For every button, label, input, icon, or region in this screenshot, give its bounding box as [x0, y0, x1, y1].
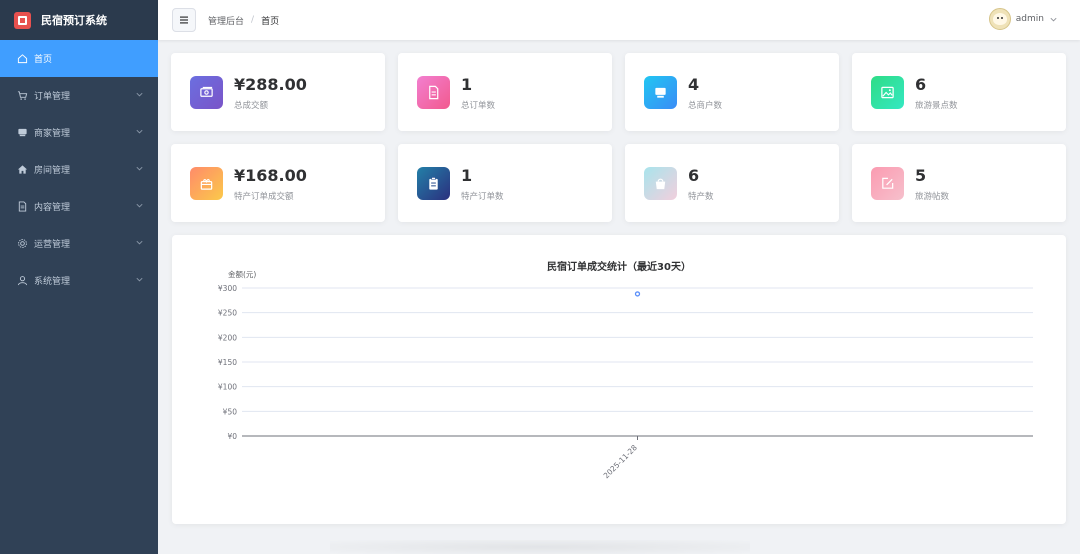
breadcrumb: 管理后台 / 首页 [208, 14, 279, 27]
chevron-down-icon[interactable] [135, 275, 144, 284]
sidebar: 民宿预订系统 首页订单管理商家管理房间管理内容管理运营管理系统管理 [0, 0, 158, 554]
user-menu[interactable]: admin [988, 8, 1058, 30]
x-tick-label: 2025-11-28 [602, 443, 639, 480]
stat-label: 总成交额 [234, 101, 269, 111]
sidebar-menu: 首页订单管理商家管理房间管理内容管理运营管理系统管理 [0, 40, 158, 299]
sidebar-item-label: 订单管理 [34, 92, 71, 102]
stat-value: 6 [915, 75, 927, 94]
sidebar-item-4[interactable]: 内容管理 [0, 188, 158, 225]
chevron-down-icon[interactable] [135, 238, 144, 247]
breadcrumb-root[interactable]: 管理后台 [208, 14, 244, 27]
breadcrumb-current: 首页 [261, 16, 280, 27]
stat-value: 1 [461, 75, 473, 94]
stat-card[interactable]: 4 总商户数 [625, 53, 839, 131]
y-tick-label: ¥200 [218, 333, 237, 342]
sidebar-item-label: 首页 [34, 55, 53, 65]
stat-card[interactable]: 1 总订单数 [398, 53, 612, 131]
breadcrumb-separator: / [251, 15, 255, 25]
stat-value: 6 [688, 166, 700, 185]
cart-icon [16, 90, 28, 102]
stat-label: 特产订单成交额 [234, 192, 294, 202]
logo-icon [14, 11, 31, 29]
data-point [634, 291, 641, 297]
picture-icon [871, 76, 904, 109]
stat-label: 旅游景点数 [915, 101, 958, 111]
y-tick-label: ¥100 [218, 383, 237, 392]
stat-label: 特产订单数 [461, 192, 504, 202]
sidebar-item-label: 商家管理 [34, 129, 71, 139]
stat-card[interactable]: 6 特产数 [625, 144, 839, 222]
sidebar-item-label: 内容管理 [34, 203, 71, 213]
y-tick-label: ¥50 [223, 407, 238, 416]
app-logo[interactable]: 民宿预订系统 [0, 0, 158, 40]
sidebar-item-label: 系统管理 [34, 277, 71, 287]
sidebar-item-2[interactable]: 商家管理 [0, 114, 158, 151]
gift-icon [190, 167, 223, 200]
chevron-down-icon[interactable] [135, 90, 144, 99]
sidebar-item-label: 房间管理 [34, 166, 71, 176]
stat-value: ¥168.00 [234, 166, 307, 185]
order-chart: 民宿订单成交统计（最近30天） 金额(元) ¥0 ¥50 ¥100 ¥150 ¥200 ¥25… [218, 260, 1033, 480]
hamburger-icon [180, 16, 188, 24]
y-axis-label: 金额(元) [228, 269, 256, 279]
sidebar-item-5[interactable]: 运营管理 [0, 225, 158, 262]
stat-card[interactable]: 6 旅游景点数 [852, 53, 1066, 131]
sidebar-item-6[interactable]: 系统管理 [0, 262, 158, 299]
chart-title: 民宿订单成交统计（最近30天） [547, 260, 691, 273]
chevron-down-icon[interactable] [135, 127, 144, 136]
avatar[interactable] [988, 8, 1011, 30]
document-icon [16, 201, 28, 213]
house-icon [16, 164, 28, 176]
shop-icon [16, 127, 28, 139]
top-header: 管理后台 / 首页 admin [158, 0, 1080, 40]
sidebar-item-label: 运营管理 [34, 240, 71, 250]
stat-label: 总订单数 [461, 101, 496, 111]
store-icon [644, 76, 677, 109]
clipboard-icon [417, 167, 450, 200]
stat-card[interactable]: ¥288.00 总成交额 [171, 53, 385, 131]
stat-card[interactable]: 1 特产订单数 [398, 144, 612, 222]
stat-card[interactable]: 5 旅游帖数 [852, 144, 1066, 222]
money-icon [190, 76, 223, 109]
sidebar-item-3[interactable]: 房间管理 [0, 151, 158, 188]
sidebar-item-1[interactable]: 订单管理 [0, 77, 158, 114]
stat-value: 1 [461, 166, 473, 185]
chevron-down-icon[interactable] [135, 164, 144, 173]
menu-toggle-button[interactable] [172, 8, 196, 32]
chevron-down-icon[interactable] [1049, 15, 1058, 24]
chevron-down-icon[interactable] [135, 201, 144, 210]
app-title: 民宿预订系统 [41, 14, 107, 27]
stat-card[interactable]: ¥168.00 特产订单成交额 [171, 144, 385, 222]
edit-icon [871, 167, 904, 200]
home-icon [16, 53, 28, 65]
y-tick-label: ¥0 [227, 432, 237, 441]
stat-value: 5 [915, 166, 927, 185]
y-tick-label: ¥250 [218, 309, 237, 318]
stat-value: 4 [688, 75, 700, 94]
stat-label: 总商户数 [688, 101, 723, 111]
chart-panel: 民宿订单成交统计（最近30天） 金额(元) ¥0 ¥50 ¥100 ¥150 ¥200 ¥25… [172, 235, 1066, 524]
gear-icon [16, 238, 28, 250]
y-tick-label: ¥300 [218, 284, 237, 293]
bag-icon [644, 167, 677, 200]
stat-label: 特产数 [688, 192, 714, 202]
y-tick-label: ¥150 [218, 358, 237, 367]
stat-value: ¥288.00 [234, 75, 307, 94]
sidebar-item-0[interactable]: 首页 [0, 40, 158, 77]
user-icon [16, 275, 28, 287]
username[interactable]: admin [1016, 14, 1044, 24]
stat-label: 旅游帖数 [915, 192, 950, 202]
order-icon [417, 76, 450, 109]
